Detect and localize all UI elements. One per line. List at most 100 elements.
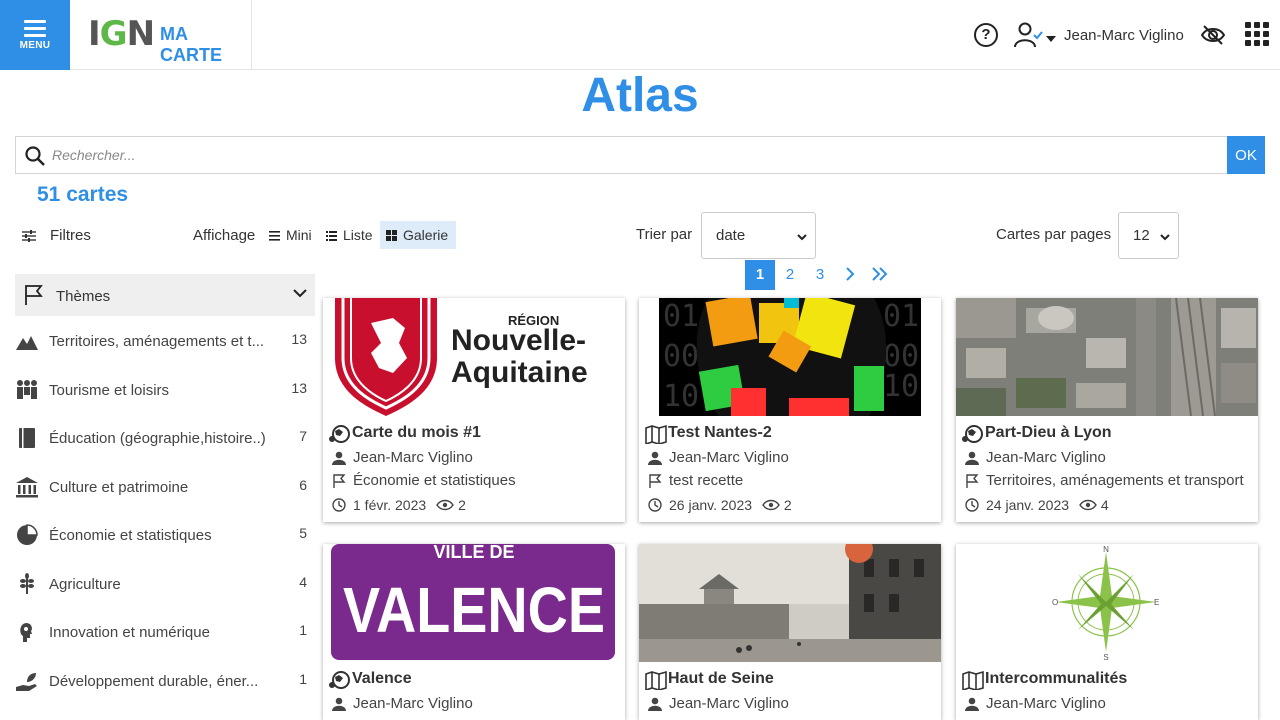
map-card[interactable]: Haut de Seine Jean-Marc Viglino	[639, 544, 941, 720]
per-page-select[interactable]: 12	[1118, 212, 1179, 259]
map-card[interactable]: N S E O Intercommunalités Jean-Marc Vigl…	[956, 544, 1258, 720]
svg-text:S: S	[1103, 653, 1108, 662]
storymap-icon	[329, 425, 350, 443]
chevron-right-icon	[846, 267, 855, 281]
sort-label: Trier par	[636, 226, 693, 243]
wheat-icon	[20, 572, 34, 594]
theme-label: Innovation et numérique	[49, 624, 210, 641]
card-title[interactable]: Valence	[352, 670, 412, 688]
svg-text:E: E	[1154, 598, 1159, 607]
card-title[interactable]: Carte du mois #1	[352, 424, 481, 442]
map-card[interactable]: Part-Dieu à Lyon Jean-Marc Viglino Terri…	[956, 298, 1258, 522]
map-card[interactable]: RÉGION Nouvelle- Aquitaine Carte du mois…	[323, 298, 625, 522]
eye-off-icon[interactable]	[1200, 24, 1226, 46]
card-author: Jean-Marc Viglino	[669, 449, 789, 466]
view-list-button[interactable]: Liste	[320, 221, 379, 249]
old-postcard-photo-image	[639, 544, 941, 662]
ign-logo: IGN	[88, 14, 155, 54]
map-card[interactable]: 01 00 10 01 00 10 Test Nantes-2 Jean-Mar…	[639, 298, 941, 522]
theme-item-education[interactable]: Éducation (géographie,histoire..) 7	[15, 413, 315, 462]
theme-item-developpement[interactable]: Développement durable, éner... 1	[15, 656, 315, 705]
theme-label: Développement durable, éner...	[49, 672, 259, 690]
eye-icon	[1079, 499, 1097, 511]
compass-rose-image: N S E O	[1052, 545, 1159, 662]
last-page-button[interactable]	[865, 260, 895, 290]
theme-count: 1	[299, 670, 307, 687]
brand[interactable]: IGN MA CARTE	[70, 0, 252, 70]
sort-select[interactable]: date	[701, 212, 816, 259]
card-theme: Territoires, aménagements et transport	[986, 472, 1244, 489]
card-thumbnail: 01 00 10 01 00 10	[639, 298, 941, 416]
svg-text:VILLE DE: VILLE DE	[433, 544, 514, 562]
theme-label: Éducation (géographie,histoire..)	[49, 430, 266, 447]
people-icon	[17, 379, 37, 399]
view-mini-label: Mini	[286, 227, 312, 243]
page-2-button[interactable]: 2	[775, 260, 805, 290]
user-check-icon	[1014, 22, 1056, 48]
user-icon	[332, 451, 346, 465]
search-input[interactable]	[52, 137, 1222, 173]
museum-icon	[16, 476, 38, 497]
menu-button[interactable]: MENU	[0, 0, 70, 70]
pixel-globe-image: 01 00 10 01 00 10	[659, 298, 921, 416]
apps-grid-icon[interactable]	[1245, 22, 1269, 46]
card-thumbnail	[956, 298, 1258, 416]
view-gallery-button[interactable]: Galerie	[380, 221, 456, 249]
card-thumbnail	[639, 544, 941, 662]
map-icon	[645, 424, 667, 444]
theme-item-agriculture[interactable]: Agriculture 4	[15, 559, 315, 608]
card-title[interactable]: Test Nantes-2	[668, 424, 772, 442]
card-title[interactable]: Intercommunalités	[985, 670, 1127, 688]
svg-text:VALENCE: VALENCE	[343, 574, 605, 646]
card-date: 24 janv. 2023 4	[986, 497, 1109, 513]
pie-chart-icon	[17, 524, 38, 545]
svg-text:Aquitaine: Aquitaine	[451, 356, 588, 389]
help-icon[interactable]: ?	[974, 23, 998, 47]
list-icon	[326, 231, 337, 241]
card-title[interactable]: Part-Dieu à Lyon	[985, 424, 1112, 442]
svg-text:10: 10	[883, 369, 919, 404]
svg-text:00: 00	[663, 339, 699, 374]
clock-icon	[965, 498, 979, 512]
card-thumbnail: N S E O	[956, 544, 1258, 662]
theme-count: 1	[299, 622, 307, 638]
themes-header[interactable]: Thèmes	[15, 274, 315, 316]
themes-title: Thèmes	[56, 288, 111, 305]
theme-count: 7	[299, 428, 307, 444]
theme-label: Économie et statistiques	[49, 527, 212, 544]
view-mini-button[interactable]: Mini	[263, 221, 318, 249]
search-bar: OK	[15, 136, 1265, 174]
storymap-icon	[329, 671, 350, 689]
per-page-label: Cartes par pages	[996, 226, 1112, 243]
search-ok-button[interactable]: OK	[1227, 136, 1265, 174]
card-views: 2	[458, 497, 466, 513]
search-icon	[25, 146, 45, 166]
region-logo-image: RÉGION Nouvelle- Aquitaine	[335, 298, 588, 416]
clock-icon	[648, 498, 662, 512]
app-name: MA CARTE	[160, 24, 222, 65]
user-menu-button[interactable]	[1014, 22, 1056, 48]
theme-item-innovation[interactable]: Innovation et numérique 1	[15, 607, 315, 656]
card-title[interactable]: Haut de Seine	[668, 670, 774, 688]
user-name[interactable]: Jean-Marc Viglino	[1064, 27, 1184, 44]
theme-item-territoires[interactable]: Territoires, aménagements et t... 13	[15, 316, 315, 365]
sort-select-value: date	[716, 227, 746, 244]
view-list-label: Liste	[343, 227, 373, 243]
page-1-button[interactable]: 1	[745, 260, 775, 290]
theme-item-tourisme[interactable]: Tourisme et loisirs 13	[15, 365, 315, 414]
chevron-down-icon	[293, 289, 307, 298]
book-icon	[19, 428, 35, 448]
page-3-button[interactable]: 3	[805, 260, 835, 290]
map-card[interactable]: VILLE DE VALENCE Valence Jean-Marc Vigli…	[323, 544, 625, 720]
user-icon	[965, 451, 979, 465]
theme-item-economie[interactable]: Économie et statistiques 5	[15, 510, 315, 559]
next-page-button[interactable]	[835, 260, 865, 290]
svg-text:Nouvelle-: Nouvelle-	[451, 324, 586, 357]
user-icon	[648, 451, 662, 465]
menu-label: MENU	[19, 40, 51, 51]
flag-icon	[25, 285, 43, 305]
theme-item-culture[interactable]: Culture et patrimoine 6	[15, 462, 315, 511]
clock-icon	[332, 498, 346, 512]
flag-icon	[966, 474, 979, 488]
lightbulb-head-icon	[20, 623, 32, 642]
